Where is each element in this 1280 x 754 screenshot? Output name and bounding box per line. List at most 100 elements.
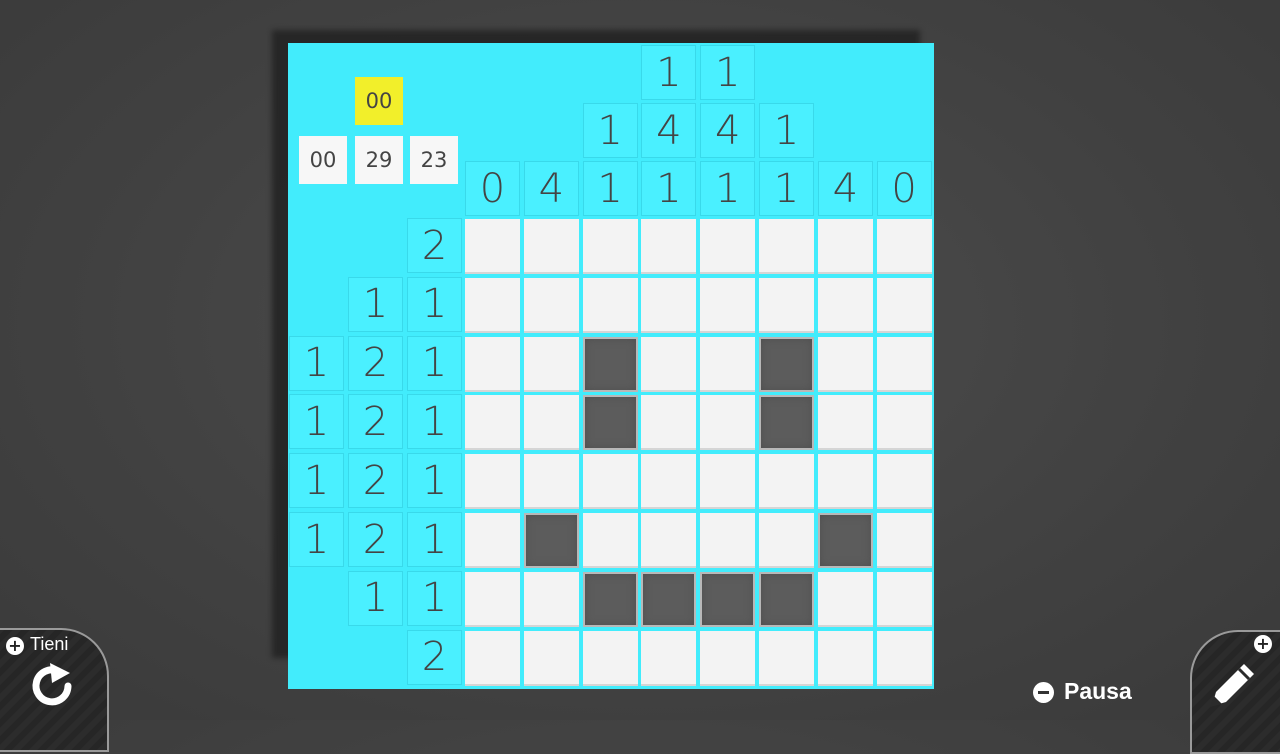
row-clue: 1 xyxy=(407,570,462,626)
column-clue: 0 xyxy=(465,161,520,216)
grid-cell-empty[interactable] xyxy=(641,513,697,568)
row-clue: 2 xyxy=(407,629,462,685)
grid-cell-empty[interactable] xyxy=(876,454,932,510)
grid-cell-empty[interactable] xyxy=(523,454,579,510)
grid-cell-empty[interactable] xyxy=(465,454,520,510)
grid-cell-empty[interactable] xyxy=(876,277,932,333)
grid-cell-filled[interactable] xyxy=(641,571,697,627)
grid-cell-empty[interactable] xyxy=(817,336,873,392)
grid-cell-empty[interactable] xyxy=(759,513,814,568)
row-clue: 1 xyxy=(348,276,403,332)
row-clue: 1 xyxy=(407,276,462,332)
grid-cell-empty[interactable] xyxy=(465,395,520,451)
grid-cell-empty[interactable] xyxy=(876,630,932,686)
grid-cell-empty[interactable] xyxy=(523,219,579,274)
column-clue: 1 xyxy=(582,161,638,216)
rotate-icon[interactable] xyxy=(28,663,78,709)
grid-cell-empty[interactable] xyxy=(465,277,520,333)
row-clue: 2 xyxy=(348,394,403,450)
grid-cell-empty[interactable] xyxy=(641,630,697,686)
column-clue: 4 xyxy=(523,161,579,216)
grid-cell-filled[interactable] xyxy=(582,336,638,392)
grid-cell-empty[interactable] xyxy=(582,454,638,510)
grid-cell-empty[interactable] xyxy=(817,571,873,627)
grid-cell-filled[interactable] xyxy=(582,395,638,451)
grid-cell-empty[interactable] xyxy=(700,454,756,510)
grid-cell-empty[interactable] xyxy=(641,395,697,451)
grid-cell-empty[interactable] xyxy=(641,454,697,510)
grid-cell-empty[interactable] xyxy=(465,571,520,627)
grid-cell-empty[interactable] xyxy=(700,336,756,392)
timer-hours: 00 xyxy=(355,77,403,125)
grid-cell-empty[interactable] xyxy=(523,571,579,627)
row-clue: 1 xyxy=(289,512,344,567)
column-clue: 4 xyxy=(700,103,756,158)
grid-cell-empty[interactable] xyxy=(700,395,756,451)
grid-cell-empty[interactable] xyxy=(700,277,756,333)
grid-cell-filled[interactable] xyxy=(759,571,814,627)
grid-cell-filled[interactable] xyxy=(759,395,814,451)
grid-cell-empty[interactable] xyxy=(582,630,638,686)
minus-button-icon xyxy=(1033,682,1054,703)
grid-cell-empty[interactable] xyxy=(876,513,932,568)
grid-cell-filled[interactable] xyxy=(523,513,579,568)
grid-cell-empty[interactable] xyxy=(465,219,520,274)
timer-part: 23 xyxy=(410,136,458,184)
grid-cell-empty[interactable] xyxy=(523,630,579,686)
grid-cell-empty[interactable] xyxy=(876,571,932,627)
grid-cell-empty[interactable] xyxy=(759,219,814,274)
grid-cell-empty[interactable] xyxy=(759,630,814,686)
grid-cell-empty[interactable] xyxy=(465,336,520,392)
row-clue: 2 xyxy=(348,335,403,391)
row-clue: 2 xyxy=(348,453,403,509)
grid-cell-filled[interactable] xyxy=(759,336,814,392)
grid-cell-empty[interactable] xyxy=(817,219,873,274)
grid-cell-empty[interactable] xyxy=(641,277,697,333)
column-clue: 1 xyxy=(759,161,814,216)
grid-cell-empty[interactable] xyxy=(817,395,873,451)
grid-cell-empty[interactable] xyxy=(582,513,638,568)
grid-cell-empty[interactable] xyxy=(523,277,579,333)
grid-cell-empty[interactable] xyxy=(759,277,814,333)
grid-cell-empty[interactable] xyxy=(582,277,638,333)
row-clue: 2 xyxy=(348,512,403,567)
row-clue: 1 xyxy=(407,335,462,391)
grid-cell-empty[interactable] xyxy=(817,630,873,686)
grid-cell-empty[interactable] xyxy=(523,336,579,392)
grid-cell-empty[interactable] xyxy=(759,454,814,510)
grid-cell-filled[interactable] xyxy=(582,571,638,627)
grid-cell-filled[interactable] xyxy=(700,571,756,627)
grid-cell-empty[interactable] xyxy=(876,336,932,392)
row-clue: 1 xyxy=(289,394,344,450)
grid-cell-empty[interactable] xyxy=(876,219,932,274)
column-clue: 1 xyxy=(700,161,756,216)
plus-button-icon: + xyxy=(6,637,24,655)
grid-cell-empty[interactable] xyxy=(817,277,873,333)
timer-part: 29 xyxy=(355,136,403,184)
row-clue: 1 xyxy=(407,394,462,450)
row-clue: 1 xyxy=(407,453,462,509)
grid-cell-empty[interactable] xyxy=(817,454,873,510)
column-clue: 1 xyxy=(641,45,697,100)
column-clue: 1 xyxy=(759,103,814,158)
grid-cell-empty[interactable] xyxy=(641,219,697,274)
grid-cell-empty[interactable] xyxy=(523,395,579,451)
grid-cell-filled[interactable] xyxy=(817,513,873,568)
column-clue: 1 xyxy=(582,103,638,158)
grid-cell-empty[interactable] xyxy=(876,395,932,451)
grid-cell-empty[interactable] xyxy=(700,513,756,568)
grid-cell-empty[interactable] xyxy=(465,630,520,686)
column-clue: 4 xyxy=(641,103,697,158)
row-clue: 2 xyxy=(407,218,462,273)
row-clue: 1 xyxy=(407,512,462,567)
grid-cell-empty[interactable] xyxy=(582,219,638,274)
column-clue: 4 xyxy=(817,161,873,216)
grid-cell-empty[interactable] xyxy=(700,630,756,686)
column-clue: 1 xyxy=(700,45,756,100)
pencil-icon[interactable] xyxy=(1206,656,1262,708)
grid-cell-empty[interactable] xyxy=(700,219,756,274)
grid-cell-empty[interactable] xyxy=(465,513,520,568)
row-clue: 1 xyxy=(289,453,344,509)
grid-cell-empty[interactable] xyxy=(641,336,697,392)
pause-button[interactable]: Pausa xyxy=(1064,678,1132,705)
